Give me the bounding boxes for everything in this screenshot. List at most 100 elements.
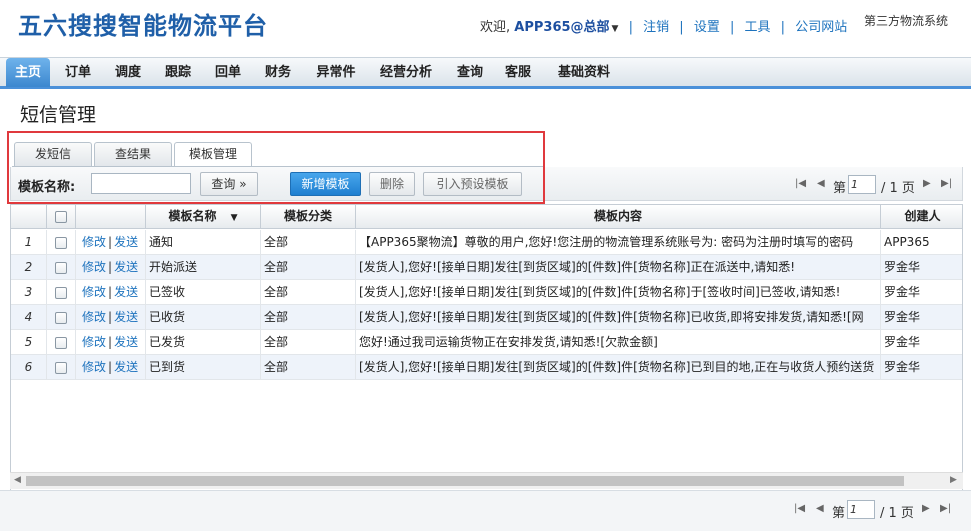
template-name-cell: 已到货 <box>146 355 261 380</box>
horizontal-scrollbar[interactable]: ◀ ▶ <box>10 472 963 489</box>
edit-link[interactable]: 修改 <box>82 335 106 349</box>
last-page-icon[interactable]: ▶| <box>941 178 952 189</box>
creator-header[interactable]: 创建人 <box>881 205 962 229</box>
sort-down-icon[interactable]: ▼ <box>231 213 238 223</box>
prev-page-icon[interactable]: ◀ <box>817 178 825 189</box>
divider: | <box>679 20 684 35</box>
nav-item-orders[interactable]: 订单 <box>56 58 100 87</box>
row-select-cell <box>47 230 76 255</box>
edit-link[interactable]: 修改 <box>82 310 106 324</box>
divider: | <box>108 235 113 249</box>
user-menu[interactable]: APP365@总部 <box>514 20 609 35</box>
system-name[interactable]: 第三方物流系统 <box>864 12 948 29</box>
next-page-icon[interactable]: ▶ <box>923 178 931 189</box>
template-name-header-label: 模板名称 <box>168 209 217 223</box>
page-number-input[interactable]: 1 <box>848 175 876 194</box>
send-link[interactable]: 发送 <box>114 335 138 349</box>
tab-template-manage[interactable]: 模板管理 <box>174 142 252 167</box>
edit-link[interactable]: 修改 <box>82 285 106 299</box>
creator-cell: 罗金华 <box>884 285 921 299</box>
template-category-header[interactable]: 模板分类 <box>261 205 356 229</box>
nav-item-query[interactable]: 查询 <box>448 58 492 87</box>
table-row[interactable]: 6 修改 | 发送 已到货 全部 [发货人],您好![接单日期]发往[到货区域]的[件数]件… <box>11 355 962 380</box>
send-link[interactable]: 发送 <box>114 360 138 374</box>
nav-item-receipt[interactable]: 回单 <box>206 58 250 87</box>
template-name-input[interactable] <box>91 173 191 194</box>
divider: | <box>108 335 113 349</box>
divider: | <box>628 20 633 35</box>
page-title: 短信管理 <box>20 104 97 126</box>
nav-item-basic-data[interactable]: 基础资料 <box>550 58 618 87</box>
row-checkbox[interactable] <box>55 336 67 349</box>
row-number: 3 <box>11 280 47 305</box>
divider: | <box>108 260 113 274</box>
send-link[interactable]: 发送 <box>114 310 138 324</box>
template-content-cell: 您好!通过我司运输货物正在安排发货,请知悉![欠款金额] <box>356 330 881 355</box>
send-link[interactable]: 发送 <box>114 235 138 249</box>
edit-link[interactable]: 修改 <box>82 360 106 374</box>
delete-button[interactable]: 删除 <box>369 172 415 196</box>
logout-link[interactable]: 注销 <box>643 20 669 35</box>
divider: | <box>108 285 113 299</box>
template-category-cell: 全部 <box>261 305 356 330</box>
row-checkbox[interactable] <box>55 236 67 249</box>
template-category-cell: 全部 <box>261 255 356 280</box>
nav-item-dispatch[interactable]: 调度 <box>106 58 150 87</box>
table-row[interactable]: 3 修改 | 发送 已签收 全部 [发货人],您好![接单日期]发往[到货区域]的[件数]件… <box>11 280 962 305</box>
template-name-header[interactable]: 模板名称 ▼ <box>146 205 261 229</box>
search-button[interactable]: 查询 » <box>200 172 258 196</box>
nav-item-tracking[interactable]: 跟踪 <box>156 58 200 87</box>
scrollbar-thumb[interactable] <box>26 476 904 486</box>
next-page-icon[interactable]: ▶ <box>922 503 930 514</box>
creator-cell: 罗金华 <box>884 260 921 274</box>
divider: | <box>780 20 786 35</box>
tab-results[interactable]: 查结果 <box>94 142 172 166</box>
table-row[interactable]: 2 修改 | 发送 开始派送 全部 [发货人],您好![接单日期]发往[到货区域]的[件数]… <box>11 255 962 280</box>
logo: 五六搜搜智能物流平台 <box>18 12 268 40</box>
scroll-right-icon[interactable]: ▶ <box>950 475 957 485</box>
table-row[interactable]: 5 修改 | 发送 已发货 全部 您好!通过我司运输货物正在安排发货,请知悉![欠款金额] 罗… <box>11 330 962 355</box>
nav-item-home[interactable]: 主页 <box>6 58 50 87</box>
tab-send-sms[interactable]: 发短信 <box>14 142 92 166</box>
prev-page-icon[interactable]: ◀ <box>816 503 824 514</box>
nav-item-analysis[interactable]: 经营分析 <box>372 58 440 87</box>
nav-item-service[interactable]: 客服 <box>496 58 540 87</box>
row-checkbox[interactable] <box>55 311 67 324</box>
welcome-text: 欢迎, <box>480 20 511 35</box>
creator-cell: 罗金华 <box>884 335 921 349</box>
first-page-icon[interactable]: |◀ <box>794 503 805 514</box>
nav-item-finance[interactable]: 财务 <box>256 58 300 87</box>
last-page-icon[interactable]: ▶| <box>940 503 951 514</box>
row-number: 1 <box>11 230 47 255</box>
creator-cell: APP365 <box>884 235 930 249</box>
template-name-cell: 开始派送 <box>146 255 261 280</box>
row-checkbox[interactable] <box>55 261 67 274</box>
row-checkbox[interactable] <box>55 361 67 374</box>
page-number-input[interactable]: 1 <box>847 500 875 519</box>
edit-link[interactable]: 修改 <box>82 260 106 274</box>
select-all-header <box>47 205 76 229</box>
company-site-link[interactable]: 公司网站 <box>795 20 847 35</box>
first-page-icon[interactable]: |◀ <box>795 178 806 189</box>
table-row[interactable]: 4 修改 | 发送 已收货 全部 [发货人],您好![接单日期]发往[到货区域]的[件数]件… <box>11 305 962 330</box>
import-preset-button[interactable]: 引入预设模板 <box>423 172 522 196</box>
row-checkbox[interactable] <box>55 286 67 299</box>
template-content-header[interactable]: 模板内容 <box>356 205 881 229</box>
nav-item-exceptions[interactable]: 异常件 <box>308 58 364 87</box>
chevron-down-icon[interactable]: ▼ <box>612 24 619 34</box>
tools-link[interactable]: 工具 <box>745 20 771 35</box>
page-prefix: 第 <box>832 506 846 521</box>
divider: | <box>108 310 113 324</box>
select-all-checkbox[interactable] <box>55 210 67 223</box>
scroll-left-icon[interactable]: ◀ <box>14 475 21 485</box>
page-total: / 1 页 <box>881 181 915 196</box>
row-number: 2 <box>11 255 47 280</box>
creator-cell: 罗金华 <box>884 310 921 324</box>
settings-link[interactable]: 设置 <box>694 20 720 35</box>
table-row[interactable]: 1 修改 | 发送 通知 全部 【APP365聚物流】尊敬的用户,您好!您注册的物流管理系统… <box>11 230 962 255</box>
row-actions: 修改 | 发送 <box>76 230 146 255</box>
send-link[interactable]: 发送 <box>114 285 138 299</box>
edit-link[interactable]: 修改 <box>82 235 106 249</box>
add-template-button[interactable]: 新增模板 <box>290 172 361 196</box>
send-link[interactable]: 发送 <box>114 260 138 274</box>
